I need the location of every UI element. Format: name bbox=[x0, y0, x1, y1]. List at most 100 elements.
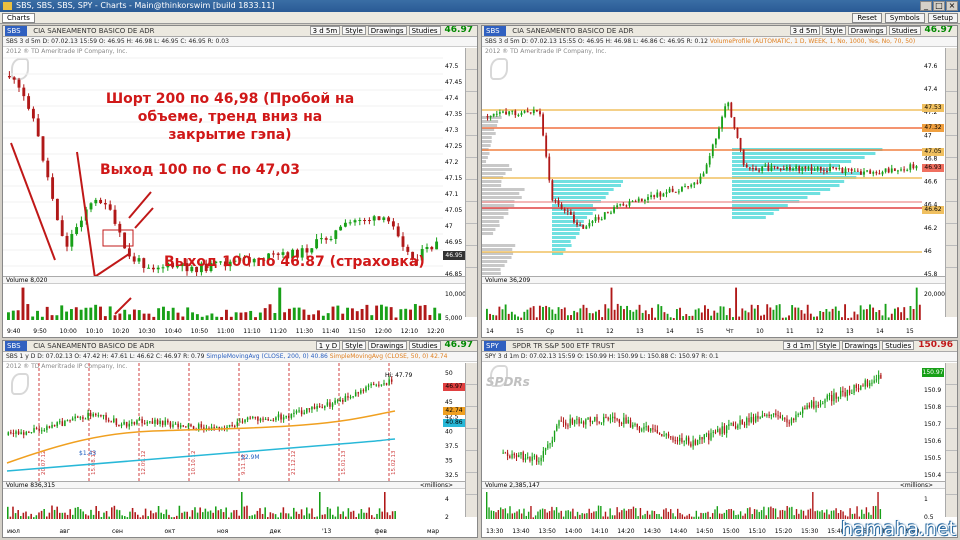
volume-bar bbox=[90, 510, 92, 519]
volume-bar bbox=[230, 317, 233, 320]
candle bbox=[325, 238, 328, 240]
quote-bar: SPY 3 d 1m D: 07.02.13 15:59 O: 150.99 H… bbox=[482, 352, 957, 362]
volume-bar bbox=[523, 312, 525, 320]
chart-panel-top-right[interactable]: SBS CIA SANEAMENTO BASICO DE ADR 3 d 5m … bbox=[481, 25, 958, 338]
candle bbox=[657, 430, 658, 433]
candle bbox=[157, 268, 160, 270]
maximize-button[interactable]: □ bbox=[933, 1, 945, 11]
drawings-button[interactable]: Drawings bbox=[842, 341, 881, 350]
volume-bar bbox=[376, 514, 378, 519]
volume-bar bbox=[685, 314, 687, 320]
volume-bar bbox=[288, 513, 290, 519]
volume-bar bbox=[878, 310, 880, 320]
candle bbox=[529, 457, 530, 461]
candle bbox=[118, 224, 121, 233]
candle bbox=[774, 166, 776, 167]
red-arrow bbox=[115, 298, 131, 314]
date-label: 12.09.12 bbox=[141, 451, 147, 476]
candle bbox=[891, 168, 893, 172]
volume-chart[interactable]: 10,000 5,000 bbox=[3, 284, 467, 324]
daily-price-chart[interactable]: 20.07.12 15.08.12 12.09.12 10.10.12 9.11.12 2… bbox=[3, 363, 443, 483]
profile-bar bbox=[482, 212, 508, 215]
volume-bar bbox=[296, 512, 298, 519]
symbols-button[interactable]: Symbols bbox=[885, 13, 925, 23]
volume-bar bbox=[145, 509, 147, 519]
profile-bar bbox=[482, 232, 493, 235]
candle bbox=[303, 413, 305, 415]
candle bbox=[320, 238, 323, 239]
chart-panel-top-left[interactable]: SBS CIA SANEAMENTO BASICO DE ADR 3 d 5m … bbox=[2, 25, 478, 338]
volume-bar bbox=[65, 312, 68, 320]
style-button[interactable]: Style bbox=[816, 341, 840, 350]
volume-bar bbox=[676, 309, 678, 320]
volume-bar bbox=[660, 306, 662, 320]
candle bbox=[638, 199, 640, 202]
candle bbox=[516, 455, 517, 457]
chart-panel-bottom-left[interactable]: SBS CIA SANEAMENTO BASICO DE ADR 1 y D S… bbox=[2, 340, 478, 538]
spy-price-chart[interactable] bbox=[482, 363, 922, 483]
volume-bar bbox=[311, 508, 313, 519]
candle bbox=[536, 110, 538, 111]
studies-button[interactable]: Studies bbox=[889, 26, 921, 35]
volume-bar bbox=[654, 511, 655, 519]
period-button[interactable]: 1 y D bbox=[316, 341, 340, 350]
candle bbox=[824, 399, 825, 403]
candle bbox=[527, 111, 529, 112]
volume-bar bbox=[630, 509, 631, 519]
candle bbox=[31, 432, 33, 433]
chart-panel-bottom-right[interactable]: SPY SPDR TR S&P 500 ETF TRUST 3 d 1m Sty… bbox=[481, 340, 958, 538]
period-button[interactable]: 3 d 1m bbox=[783, 341, 814, 350]
symbol-field[interactable]: SPY bbox=[484, 341, 506, 351]
volume-bar bbox=[710, 517, 711, 519]
setup-button[interactable]: Setup bbox=[928, 13, 958, 23]
studies-button[interactable]: Studies bbox=[882, 341, 914, 350]
time-tick: мар bbox=[427, 528, 439, 535]
candle bbox=[862, 386, 863, 387]
candle bbox=[536, 456, 537, 462]
style-button[interactable]: Style bbox=[342, 341, 366, 350]
minimize-button[interactable]: _ bbox=[920, 1, 932, 11]
drawings-button[interactable]: Drawings bbox=[368, 26, 407, 35]
style-button[interactable]: Style bbox=[822, 26, 846, 35]
volume-chart[interactable]: 20,000 bbox=[482, 284, 946, 324]
tab-charts[interactable]: Charts bbox=[2, 13, 35, 23]
period-button[interactable]: 3 d 5m bbox=[310, 26, 341, 35]
volume-profile-chart[interactable] bbox=[482, 48, 922, 278]
candle bbox=[74, 417, 76, 419]
symbol-field[interactable]: SBS bbox=[5, 341, 27, 351]
period-button[interactable]: 3 d 5m bbox=[790, 26, 821, 35]
volume-bar bbox=[644, 514, 645, 519]
studies-button[interactable]: Studies bbox=[409, 341, 441, 350]
symbol-field[interactable]: SBS bbox=[5, 26, 27, 36]
volume-bar bbox=[768, 507, 769, 519]
volume-bar bbox=[763, 507, 764, 519]
drawings-button[interactable]: Drawings bbox=[848, 26, 887, 35]
close-button[interactable]: × bbox=[946, 1, 958, 11]
profile-bar bbox=[552, 248, 566, 251]
symbol-field[interactable]: SBS bbox=[484, 26, 506, 36]
annotation-exit-2: Выход 100 по 46.87 (страховка) bbox=[164, 254, 425, 270]
candle bbox=[610, 213, 612, 214]
studies-button[interactable]: Studies bbox=[409, 26, 441, 35]
volume-bar bbox=[28, 516, 30, 519]
volume-bar bbox=[235, 312, 238, 320]
candle bbox=[677, 440, 678, 441]
drawings-button[interactable]: Drawings bbox=[368, 341, 407, 350]
candle bbox=[315, 239, 318, 248]
reset-button[interactable]: Reset bbox=[852, 13, 882, 23]
volume-bar bbox=[556, 507, 557, 519]
volume-tick: 2 bbox=[445, 514, 449, 521]
candle bbox=[835, 168, 837, 170]
candle bbox=[739, 420, 740, 425]
candle bbox=[746, 418, 747, 425]
time-tick: 14:40 bbox=[670, 528, 687, 535]
candle bbox=[549, 443, 550, 444]
volume-chart[interactable]: 42 bbox=[3, 489, 467, 523]
price-tick: 150.7 bbox=[924, 421, 941, 428]
time-tick: окт bbox=[165, 528, 176, 535]
volume-bar bbox=[807, 510, 808, 519]
candle bbox=[51, 425, 53, 428]
candle bbox=[648, 426, 649, 431]
volume-bar bbox=[558, 513, 559, 519]
style-button[interactable]: Style bbox=[342, 26, 366, 35]
